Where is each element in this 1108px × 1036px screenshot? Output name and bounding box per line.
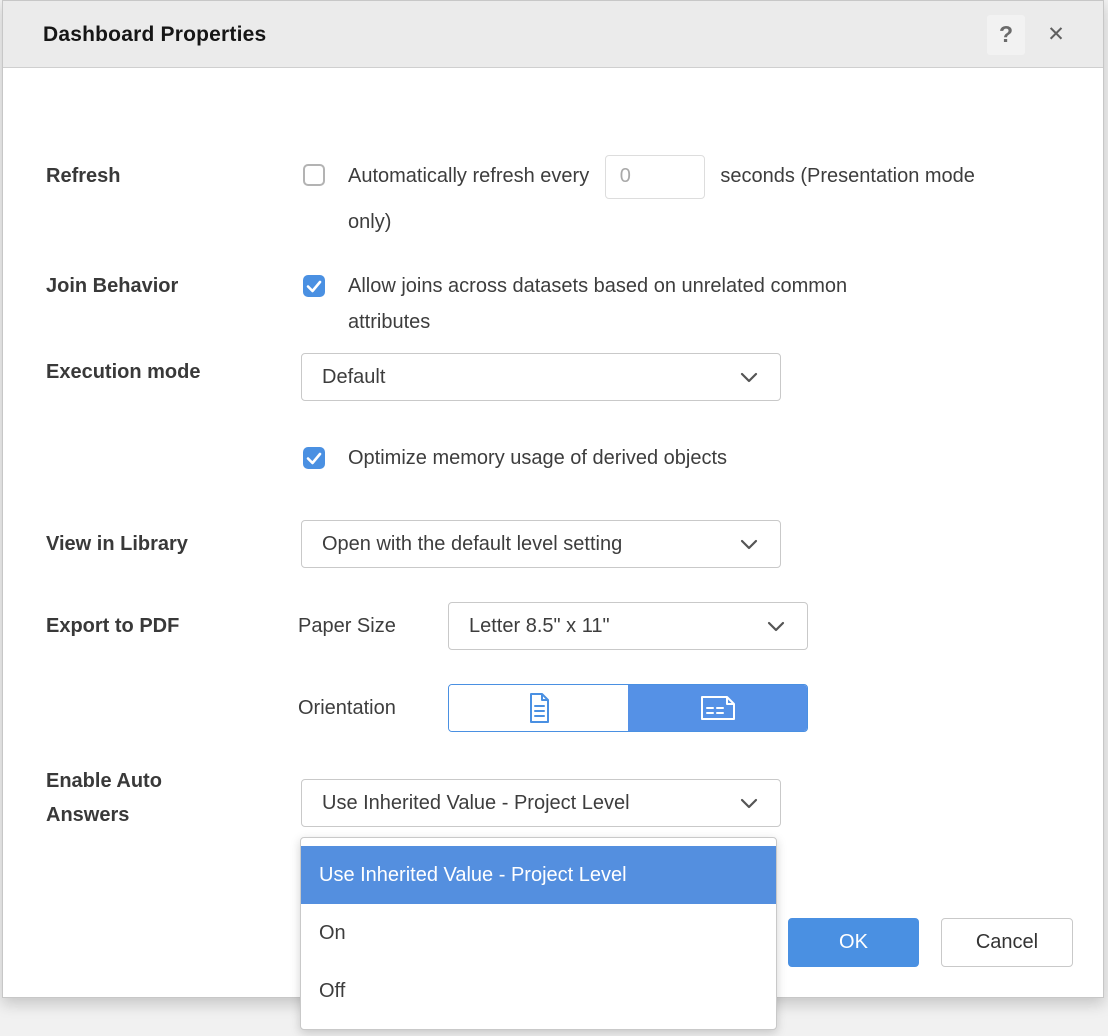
checkmark-icon (303, 275, 325, 297)
dialog-title: Dashboard Properties (43, 1, 266, 68)
dialog-header: Dashboard Properties ? ✕ (3, 1, 1103, 68)
menu-option-on[interactable]: On (301, 904, 776, 962)
refresh-label: Refresh (46, 159, 246, 193)
chevron-down-icon (740, 798, 758, 809)
view-in-library-label: View in Library (46, 527, 246, 561)
landscape-page-icon (698, 692, 738, 724)
enable-auto-answers-label: Enable Auto Answers (46, 764, 216, 832)
optimize-memory-checkbox[interactable] (303, 447, 325, 469)
ok-button-label: OK (839, 931, 868, 954)
portrait-page-icon (525, 691, 553, 725)
view-in-library-select[interactable]: Open with the default level setting (301, 520, 781, 568)
execution-mode-label: Execution mode (46, 355, 246, 389)
enable-auto-answers-dropdown-menu: Use Inherited Value - Project Level On O… (300, 837, 777, 1030)
view-in-library-value: Open with the default level setting (322, 533, 622, 556)
help-icon: ? (999, 21, 1013, 48)
menu-option-use-inherited-value[interactable]: Use Inherited Value - Project Level (301, 846, 776, 904)
join-behavior-label: Join Behavior (46, 269, 246, 303)
optimize-memory-text: Optimize memory usage of derived objects (348, 447, 727, 470)
cancel-button-label: Cancel (976, 931, 1038, 954)
orientation-label: Orientation (298, 695, 396, 721)
chevron-down-icon (740, 539, 758, 550)
orientation-landscape-button[interactable] (628, 685, 807, 731)
help-button[interactable]: ? (987, 15, 1025, 55)
close-icon: ✕ (1047, 22, 1065, 47)
execution-mode-select[interactable]: Default (301, 353, 781, 401)
menu-option-off[interactable]: Off (301, 962, 776, 1020)
checkmark-icon (303, 447, 325, 469)
paper-size-label: Paper Size (298, 613, 396, 639)
page-background: Dashboard Properties ? ✕ Refresh Automat… (0, 0, 1108, 1036)
export-to-pdf-label: Export to PDF (46, 609, 246, 643)
enable-auto-answers-value: Use Inherited Value - Project Level (322, 792, 630, 815)
execution-mode-value: Default (322, 366, 385, 389)
auto-refresh-text-before: Automatically refresh every (348, 165, 589, 187)
ok-button[interactable]: OK (788, 918, 919, 967)
chevron-down-icon (767, 621, 785, 632)
orientation-toggle (448, 684, 808, 732)
paper-size-select[interactable]: Letter 8.5" x 11" (448, 602, 808, 650)
paper-size-value: Letter 8.5" x 11" (469, 615, 610, 638)
orientation-portrait-button[interactable] (449, 685, 628, 731)
allow-joins-checkbox[interactable] (303, 275, 325, 297)
cancel-button[interactable]: Cancel (941, 918, 1073, 967)
auto-refresh-checkbox[interactable] (303, 164, 325, 186)
allow-joins-text: Allow joins across datasets based on unr… (348, 268, 913, 340)
enable-auto-answers-select[interactable]: Use Inherited Value - Project Level (301, 779, 781, 827)
header-actions: ? ✕ (987, 1, 1073, 68)
refresh-seconds-input[interactable] (605, 155, 705, 199)
auto-refresh-text: Automatically refresh every seconds (Pre… (348, 153, 976, 245)
close-button[interactable]: ✕ (1039, 15, 1073, 55)
chevron-down-icon (740, 372, 758, 383)
